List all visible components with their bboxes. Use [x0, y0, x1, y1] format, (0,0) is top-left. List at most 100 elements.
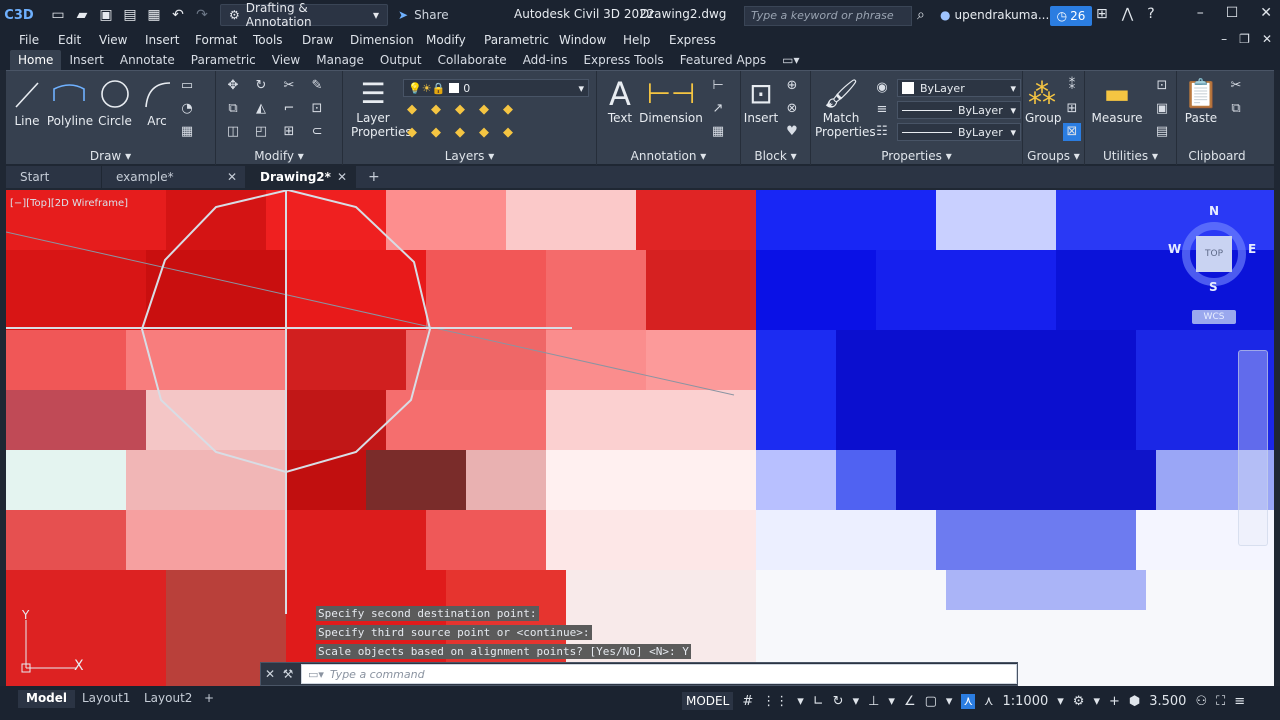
close-tab-icon[interactable]: ✕ — [337, 170, 347, 184]
attribute-icon[interactable]: ♥ — [783, 123, 801, 141]
move-icon[interactable]: ✥ — [224, 77, 242, 95]
menu-help[interactable]: Help — [623, 33, 650, 47]
fillet-icon[interactable]: ⌐ — [280, 100, 298, 118]
menu-draw[interactable]: Draw — [302, 33, 333, 47]
ribbon-tab-add-ins[interactable]: Add-ins — [515, 50, 576, 70]
explode-icon[interactable]: ⊡ — [308, 100, 326, 118]
ungroup-icon[interactable]: ⁑ — [1063, 77, 1081, 95]
tab-start[interactable]: Start — [6, 166, 102, 188]
workspace-selector[interactable]: ⚙ Drafting & Annotation ▾ — [220, 1, 388, 29]
doc-minimize-icon[interactable]: – — [1221, 32, 1227, 46]
help-icon[interactable]: ? — [1147, 6, 1154, 22]
quick-select-icon[interactable]: ⊡ — [1153, 77, 1171, 95]
layer-unlock-icon[interactable]: ◆ — [475, 124, 493, 142]
edit-block-icon[interactable]: ⊗ — [783, 100, 801, 118]
arc-tool[interactable]: Arc — [142, 77, 172, 128]
wrench-icon[interactable]: ⚒ — [279, 667, 297, 681]
circle-tool[interactable]: Circle — [98, 77, 132, 128]
units-value[interactable]: 3.500 — [1149, 694, 1186, 709]
cart-icon[interactable]: ⊞ — [1096, 6, 1108, 22]
layout-tab-model[interactable]: Model — [18, 690, 76, 708]
ribbon-tab-output[interactable]: Output — [372, 50, 430, 70]
leader-icon[interactable]: ↗ — [709, 100, 727, 118]
modify-panel-title[interactable]: Modify ▾ — [216, 149, 342, 163]
app-logo[interactable]: C3D — [0, 0, 38, 30]
command-close-icon[interactable]: ✕ — [261, 667, 279, 681]
lineweight-toggle-icon[interactable]: ∠ — [904, 694, 916, 709]
layer-properties-tool[interactable]: ☰ Layer Properties — [351, 77, 412, 139]
save-icon[interactable]: ▣ — [98, 7, 114, 23]
doc-restore-icon[interactable]: ❐ — [1239, 32, 1250, 46]
command-prompt-icon[interactable]: ▭▾ — [308, 668, 324, 681]
table-icon[interactable]: ▦ — [709, 123, 727, 141]
offset-icon[interactable]: ⊂ — [308, 123, 326, 141]
minimize-icon[interactable]: – — [1197, 5, 1204, 21]
layer-isolate-icon[interactable]: ◆ — [427, 101, 445, 119]
group-edit-icon[interactable]: ⊞ — [1063, 100, 1081, 118]
layer-lock-icon[interactable]: ◆ — [475, 101, 493, 119]
close-tab-icon[interactable]: ✕ — [227, 170, 237, 184]
text-tool[interactable]: A Text — [605, 77, 635, 125]
rotate-icon[interactable]: ↻ — [252, 77, 270, 95]
chevron-down-icon[interactable]: ▾ — [853, 694, 860, 709]
viewport-label[interactable]: [−][Top][2D Wireframe] — [10, 198, 128, 209]
chevron-down-icon[interactable]: ▾ — [1057, 694, 1064, 709]
settings-gear-icon[interactable]: ⚙ — [1073, 694, 1085, 709]
layer-current-icon[interactable]: ◆ — [499, 124, 517, 142]
array-icon[interactable]: ⊞ — [280, 123, 298, 141]
close-icon[interactable]: ✕ — [1260, 5, 1272, 21]
viewcube[interactable]: TOP N S W E — [1166, 204, 1262, 302]
insert-block-tool[interactable]: ⊡ Insert — [743, 77, 779, 125]
linear-dim-icon[interactable]: ⊢ — [709, 77, 727, 95]
compass-north[interactable]: N — [1209, 204, 1219, 218]
user-menu[interactable]: ● upendrakuma... — [940, 8, 1049, 22]
fullscreen-icon[interactable]: ⛶ — [1216, 694, 1225, 709]
line-tool[interactable]: Line — [12, 77, 42, 128]
match-properties-tool[interactable]: 🖌 Match Properties — [815, 77, 876, 139]
calculator-icon[interactable]: ▤ — [1153, 123, 1171, 141]
maximize-icon[interactable]: ☐ — [1226, 5, 1239, 21]
menu-format[interactable]: Format — [195, 33, 237, 47]
draw-panel-title[interactable]: Draw ▾ — [6, 149, 215, 163]
object-snap-icon[interactable]: ▢ — [925, 694, 937, 709]
menu-window[interactable]: Window — [559, 33, 606, 47]
polar-icon[interactable]: ↻ — [833, 694, 844, 709]
polyline-tool[interactable]: Polyline — [46, 77, 94, 128]
save-as-icon[interactable]: ▤ — [122, 7, 138, 23]
layer-freeze-icon[interactable]: ◆ — [451, 101, 469, 119]
layer-thaw-icon[interactable]: ◆ — [451, 124, 469, 142]
ribbon-tab-featured-apps[interactable]: Featured Apps — [672, 50, 774, 70]
layer-walk-icon[interactable]: ◆ — [403, 124, 421, 142]
menu-modify[interactable]: Modify — [426, 33, 466, 47]
compass-west[interactable]: W — [1168, 242, 1181, 256]
scale-icon[interactable]: ◰ — [252, 123, 270, 141]
tab-drawing2[interactable]: Drawing2* ✕ — [246, 166, 356, 188]
navigation-bar[interactable] — [1238, 350, 1268, 546]
region-icon[interactable]: ▦ — [178, 123, 196, 141]
ribbon-tab-express-tools[interactable]: Express Tools — [575, 50, 671, 70]
compass-south[interactable]: S — [1209, 280, 1218, 294]
linetype-dropdown[interactable]: ByLayer ▾ — [897, 101, 1021, 119]
copy-icon[interactable]: ⧉ — [224, 100, 242, 118]
cut-icon[interactable]: ✂ — [1227, 77, 1245, 95]
chevron-down-icon[interactable]: ▾ — [888, 694, 895, 709]
select-all-icon[interactable]: ▣ — [1153, 100, 1171, 118]
color-dropdown[interactable]: ByLayer ▾ — [897, 79, 1021, 97]
menu-dimension[interactable]: Dimension — [350, 33, 414, 47]
dimension-tool[interactable]: ⊢⊣ Dimension — [639, 77, 703, 125]
ribbon-tab-annotate[interactable]: Annotate — [112, 50, 183, 70]
menu-view[interactable]: View — [99, 33, 127, 47]
group-tool[interactable]: ⁂ Group — [1025, 77, 1062, 125]
chevron-down-icon[interactable]: ▾ — [946, 694, 953, 709]
menu-express[interactable]: Express — [669, 33, 716, 47]
layer-off-icon[interactable]: ◆ — [403, 101, 421, 119]
groups-panel-title[interactable]: Groups ▾ — [1023, 149, 1084, 163]
group-select-icon[interactable]: ⊠ — [1063, 123, 1081, 141]
object-snap-tracking-icon[interactable]: ⊥ — [868, 694, 879, 709]
undo-icon[interactable]: ↶ — [170, 7, 186, 23]
ribbon-tab-home[interactable]: Home — [10, 50, 62, 70]
model-space-toggle[interactable]: MODEL — [682, 692, 734, 710]
tab-example[interactable]: example* ✕ — [102, 166, 246, 188]
workspace-units-icon[interactable]: ⬢ — [1129, 694, 1140, 709]
chevron-down-icon[interactable]: ▾ — [797, 694, 804, 709]
